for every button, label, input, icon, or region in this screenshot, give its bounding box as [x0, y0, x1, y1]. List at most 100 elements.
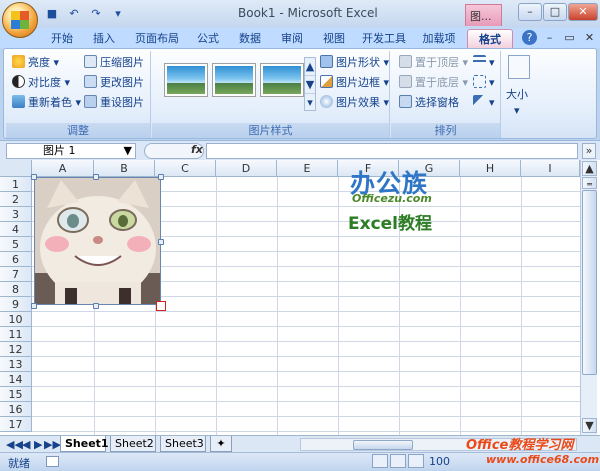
compress-pictures-button[interactable]: 压缩图片	[84, 55, 144, 71]
help-icon[interactable]: ?	[522, 30, 537, 45]
name-box-dropdown-icon[interactable]: ▼	[124, 144, 132, 158]
change-picture-button[interactable]: 更改图片	[84, 75, 144, 91]
gallery-more-icon[interactable]: ▾	[305, 94, 315, 112]
row-header-6[interactable]: 6	[0, 252, 32, 267]
resize-handle-top[interactable]	[93, 174, 99, 180]
style-thumbnail-2[interactable]	[212, 63, 256, 97]
tab-insert[interactable]: 插入	[84, 29, 124, 48]
name-box[interactable]: 图片 1 ▼	[6, 143, 136, 159]
picture-effects-button[interactable]: 图片效果 ▾	[320, 95, 389, 111]
style-thumbnail-1[interactable]	[164, 63, 208, 97]
size-dropdown-icon[interactable]: ▾	[514, 103, 520, 119]
customize-icon[interactable]: ▾	[110, 6, 126, 22]
minimize-button[interactable]: –	[518, 3, 542, 21]
rotate-button[interactable]: ▾	[473, 95, 495, 111]
recolor-button[interactable]: 重新着色 ▾	[12, 95, 81, 111]
gallery-up-icon[interactable]: ▲	[305, 58, 315, 76]
column-header-a[interactable]: A	[32, 160, 94, 177]
redo-icon[interactable]: ↷	[88, 6, 104, 22]
undo-icon[interactable]: ↶	[66, 6, 82, 22]
row-header-12[interactable]: 12	[0, 342, 32, 357]
tab-home[interactable]: 开始	[43, 29, 81, 48]
selection-pane-button[interactable]: 选择窗格	[399, 95, 459, 111]
first-sheet-icon[interactable]: ◀◀	[6, 438, 23, 451]
style-thumbnail-3[interactable]	[260, 63, 304, 97]
sheet-tab-sheet2[interactable]: Sheet2	[110, 436, 156, 452]
brightness-button[interactable]: 亮度 ▾	[12, 55, 59, 71]
tab-addins[interactable]: 加载项	[416, 29, 462, 48]
close-button[interactable]: ✕	[568, 3, 598, 21]
row-header-14[interactable]: 14	[0, 372, 32, 387]
size-label[interactable]: 大小	[506, 87, 528, 103]
row-header-3[interactable]: 3	[0, 207, 32, 222]
contrast-button[interactable]: 对比度 ▾	[12, 75, 70, 91]
prev-sheet-icon[interactable]: ◀	[22, 438, 30, 451]
column-header-d[interactable]: D	[216, 160, 277, 177]
row-header-16[interactable]: 16	[0, 402, 32, 417]
column-header-b[interactable]: B	[94, 160, 155, 177]
tab-data[interactable]: 数据	[232, 29, 268, 48]
column-header-e[interactable]: E	[277, 160, 338, 177]
macro-record-icon[interactable]	[46, 456, 59, 467]
send-to-back-button[interactable]: 置于底层 ▾	[399, 75, 468, 91]
align-button[interactable]: ▾	[473, 55, 495, 71]
row-header-17[interactable]: 17	[0, 417, 32, 432]
expand-formula-bar-icon[interactable]: »	[582, 143, 596, 159]
formula-input[interactable]	[206, 143, 578, 159]
vertical-scrollbar[interactable]: ▲ ═ ▼	[580, 160, 597, 435]
page-break-view-icon[interactable]	[408, 454, 424, 468]
maximize-button[interactable]: □	[543, 3, 567, 21]
tab-format[interactable]: 格式	[467, 29, 513, 48]
close-workbook-icon[interactable]: ✕	[582, 30, 597, 45]
tab-page-layout[interactable]: 页面布局	[128, 29, 186, 48]
row-header-13[interactable]: 13	[0, 357, 32, 372]
group-objects-button[interactable]: ▾	[473, 75, 495, 91]
tab-formulas[interactable]: 公式	[190, 29, 226, 48]
scroll-down-icon[interactable]: ▼	[582, 418, 597, 433]
minimize-ribbon-icon[interactable]: –	[542, 30, 557, 45]
picture-shape-button[interactable]: 图片形状 ▾	[320, 55, 389, 71]
cat-picture[interactable]	[34, 177, 161, 305]
row-header-8[interactable]: 8	[0, 282, 32, 297]
column-header-h[interactable]: H	[460, 160, 521, 177]
row-header-9[interactable]: 9	[0, 297, 32, 312]
sheet-tab-sheet3[interactable]: Sheet3	[160, 436, 206, 452]
next-sheet-icon[interactable]: ▶	[34, 438, 42, 451]
tab-developer[interactable]: 开发工具	[358, 29, 410, 48]
resize-handle-bottom[interactable]	[93, 303, 99, 309]
resize-handle-bottom-left[interactable]	[31, 303, 37, 309]
row-header-5[interactable]: 5	[0, 237, 32, 252]
tab-view[interactable]: 视图	[316, 29, 352, 48]
page-layout-view-icon[interactable]	[390, 454, 406, 468]
row-header-15[interactable]: 15	[0, 387, 32, 402]
horizontal-scroll-thumb[interactable]	[353, 440, 413, 450]
restore-icon[interactable]: ▭	[562, 30, 577, 45]
row-header-10[interactable]: 10	[0, 312, 32, 327]
scroll-up-icon[interactable]: ▲	[582, 161, 597, 176]
split-box-icon[interactable]: ═	[582, 177, 597, 189]
save-icon[interactable]: ■	[44, 6, 60, 22]
gallery-scroll[interactable]: ▲ ▼ ▾	[304, 57, 316, 111]
normal-view-icon[interactable]	[372, 454, 388, 468]
row-header-4[interactable]: 4	[0, 222, 32, 237]
vertical-scroll-thumb[interactable]	[582, 190, 597, 375]
sheet-tab-sheet1[interactable]: Sheet1	[60, 436, 109, 452]
office-button[interactable]	[2, 2, 38, 38]
last-sheet-icon[interactable]: ▶▶	[44, 438, 61, 451]
insert-sheet-icon[interactable]: ✦	[210, 436, 232, 452]
select-all-corner[interactable]	[0, 160, 32, 177]
zoom-level[interactable]: 100	[429, 455, 450, 468]
resize-handle-top-left[interactable]	[31, 174, 37, 180]
resize-handle-top-right[interactable]	[158, 174, 164, 180]
resize-handle-right[interactable]	[158, 239, 164, 245]
column-header-i[interactable]: I	[521, 160, 580, 177]
row-header-2[interactable]: 2	[0, 192, 32, 207]
size-icon[interactable]	[508, 55, 530, 79]
row-header-7[interactable]: 7	[0, 267, 32, 282]
column-header-c[interactable]: C	[155, 160, 216, 177]
picture-border-button[interactable]: 图片边框 ▾	[320, 75, 389, 91]
reset-picture-button[interactable]: 重设图片	[84, 95, 144, 111]
row-header-11[interactable]: 11	[0, 327, 32, 342]
worksheet[interactable]: A B C D E F G H I 1 2 3 4 5 6 7 8 9 10 11 12 13 14 15 1…	[0, 160, 600, 435]
rotation-handle-icon[interactable]	[156, 301, 166, 311]
